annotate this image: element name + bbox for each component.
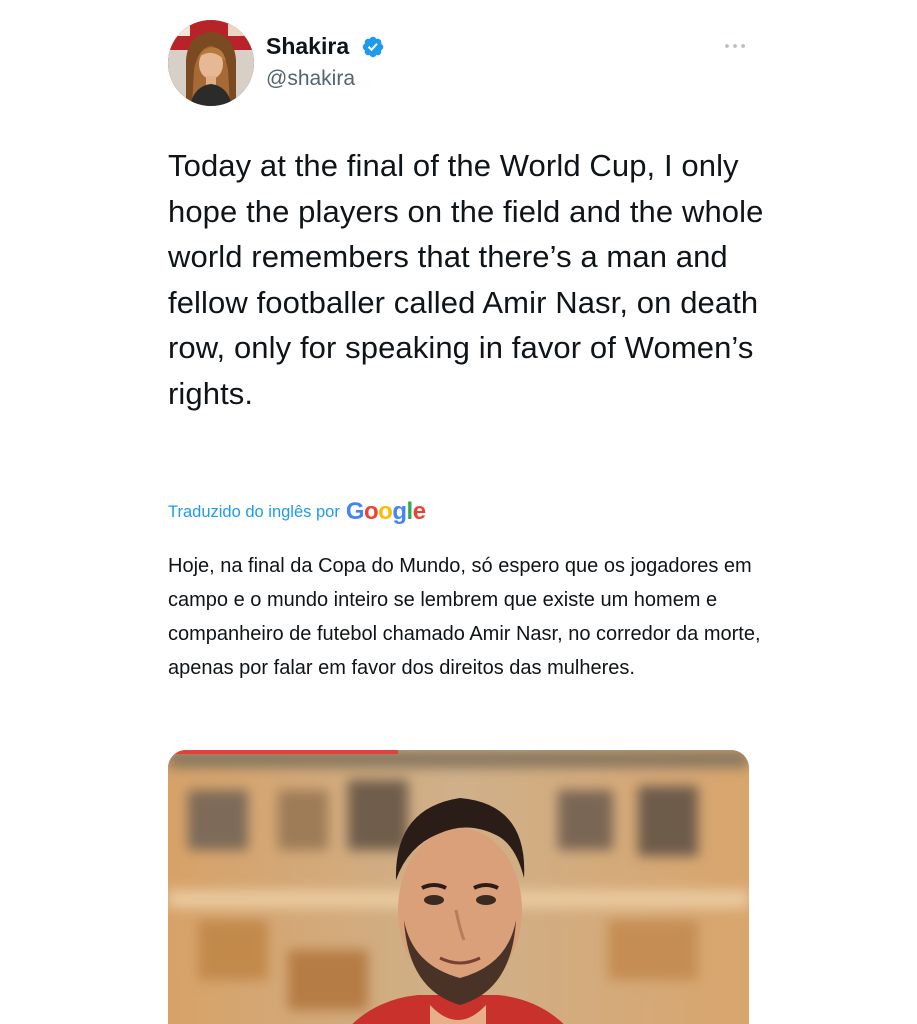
- translation-text: Hoje, na final da Copa do Mundo, só espe…: [168, 555, 761, 679]
- google-letter: o: [378, 498, 393, 525]
- google-letter: o: [364, 498, 379, 525]
- google-letter: e: [412, 498, 426, 525]
- display-name[interactable]: Shakira: [266, 32, 349, 60]
- more-options-icon[interactable]: [718, 34, 752, 58]
- avatar[interactable]: [168, 20, 254, 106]
- google-letter: G: [345, 498, 365, 525]
- verified-badge-icon: [361, 35, 385, 59]
- google-letter: g: [392, 498, 407, 525]
- translated-by[interactable]: Traduzido do inglês por Google: [168, 497, 426, 527]
- handle[interactable]: @shakira: [266, 66, 355, 92]
- tweet-text: Today at the final of the World Cup, I o…: [168, 148, 764, 411]
- avatar-photo: [168, 20, 254, 106]
- google-logo: Google: [346, 497, 426, 527]
- tweet-media-image[interactable]: [168, 750, 749, 1024]
- player-photo: [168, 750, 749, 1024]
- translated-by-label[interactable]: Traduzido do inglês por: [168, 503, 340, 522]
